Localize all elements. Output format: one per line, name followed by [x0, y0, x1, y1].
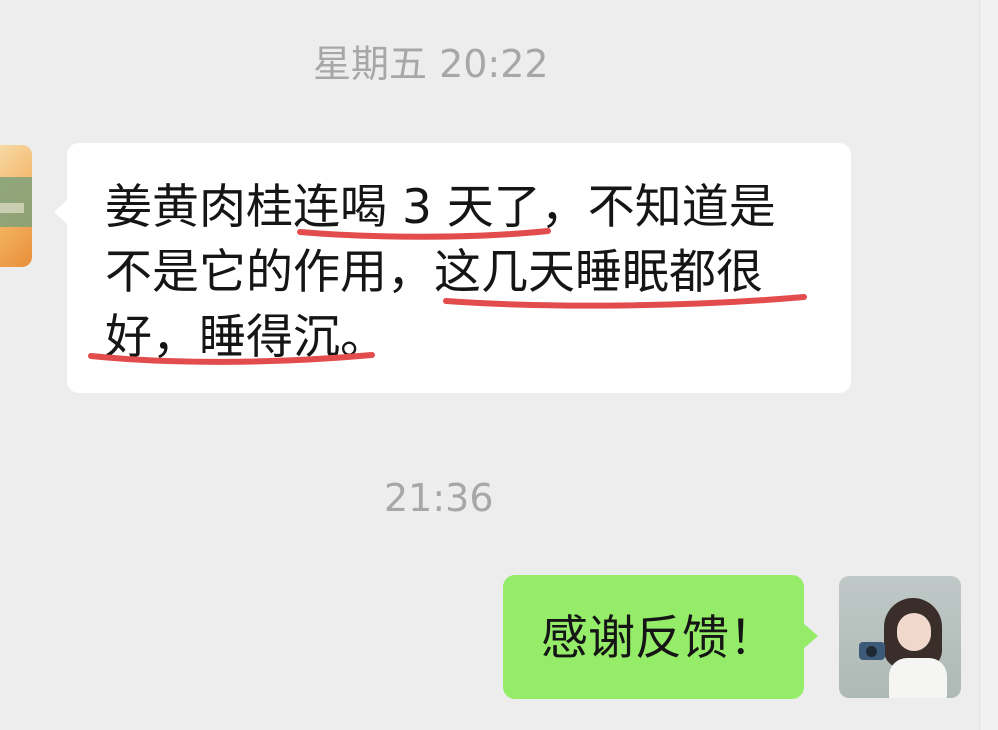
outgoing-message-bubble[interactable]: 感谢反馈！ [503, 575, 818, 699]
timestamp-friday: 星期五 20:22 [313, 42, 549, 86]
incoming-message-bubble[interactable]: 姜黄肉桂连喝 3 天了，不知道是 不是它的作用，这几天睡眠都很 好，睡得沉。 [54, 143, 851, 393]
message-line-3: 好，睡得沉。 [105, 310, 387, 365]
message-line-2: 不是它的作用，这几天睡眠都很 [105, 245, 763, 300]
incoming-message-text: 姜黄肉桂连喝 3 天了，不知道是 不是它的作用，这几天睡眠都很 好，睡得沉。 [105, 175, 825, 370]
contact-avatar[interactable] [0, 145, 32, 267]
timestamp-time: 21:36 [384, 476, 494, 520]
avatar-face [897, 613, 931, 651]
right-edge-strip [979, 0, 998, 730]
avatar-stripe [0, 177, 32, 227]
camera-lens-icon [866, 646, 877, 657]
avatar-stripe-light [0, 203, 24, 213]
user-avatar[interactable] [839, 576, 961, 698]
message-line-1: 姜黄肉桂连喝 3 天了，不知道是 [105, 180, 776, 235]
outgoing-message-text: 感谢反馈！ [541, 611, 776, 666]
avatar-shirt [889, 658, 947, 698]
